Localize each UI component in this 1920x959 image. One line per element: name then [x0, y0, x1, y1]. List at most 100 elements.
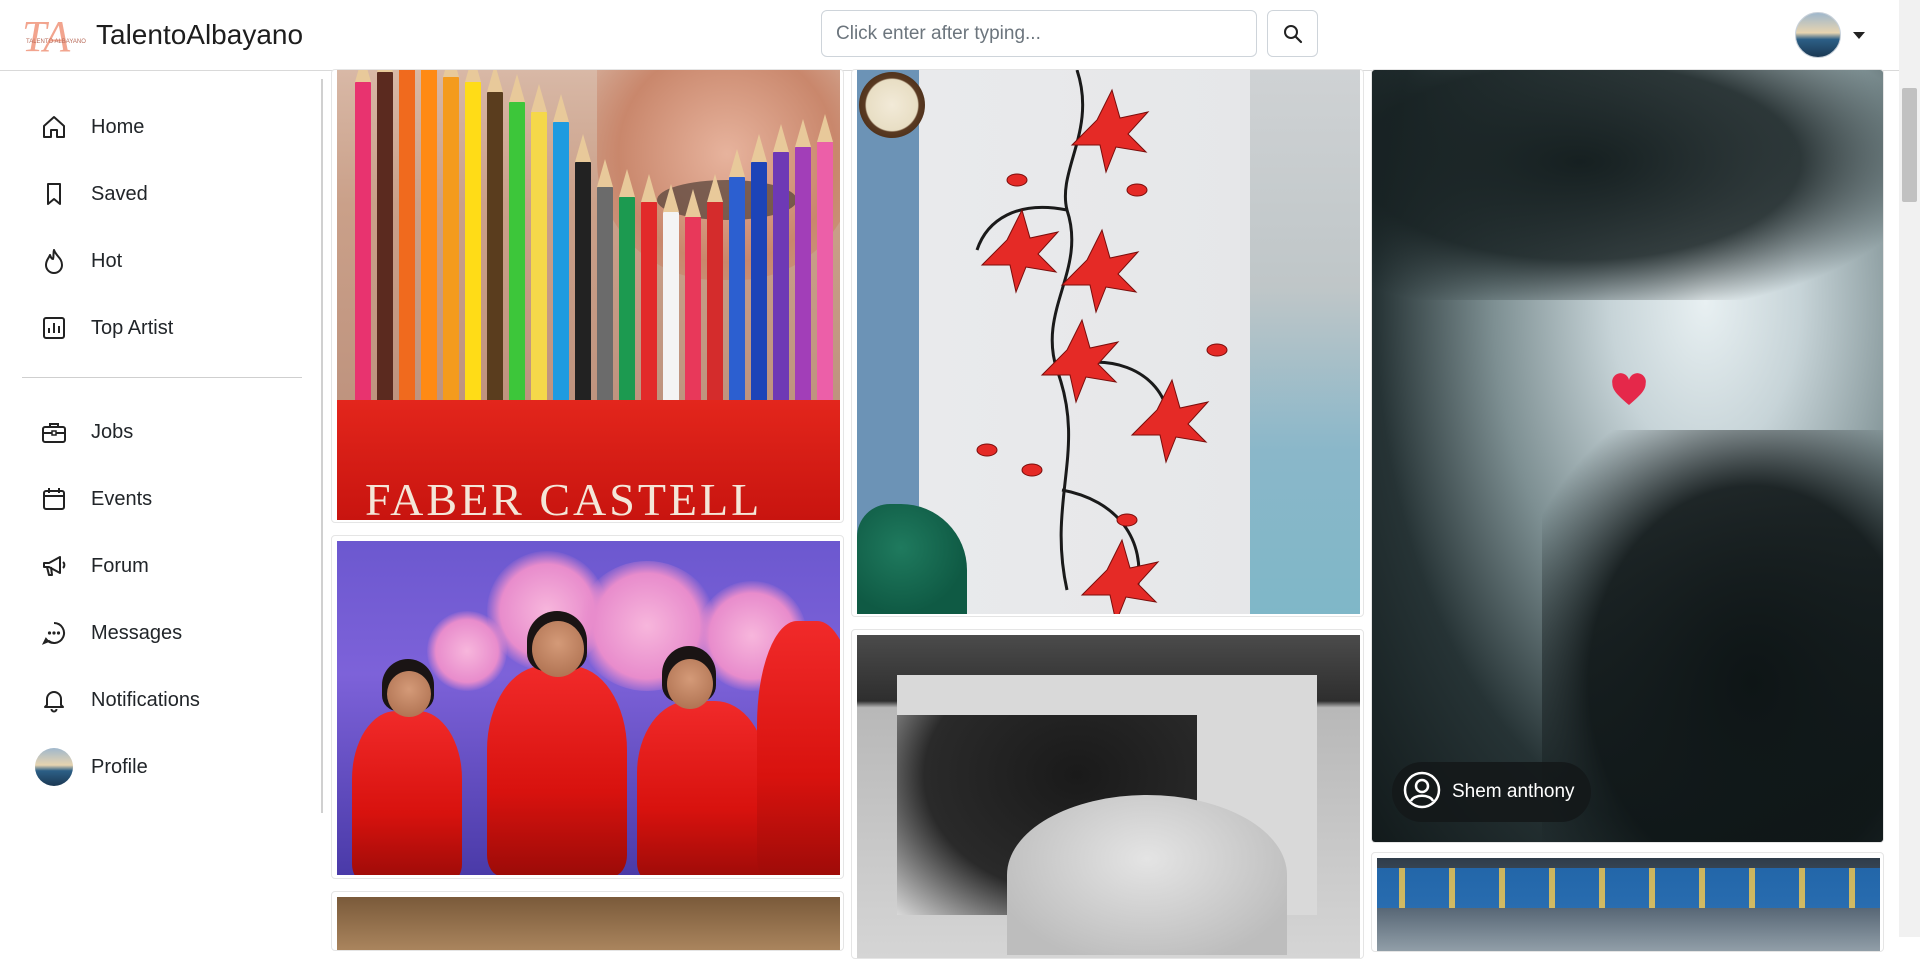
bell-icon	[34, 680, 74, 720]
caret-down-icon	[1853, 31, 1865, 39]
heart-icon[interactable]	[1609, 370, 1649, 410]
pencil	[487, 70, 503, 402]
flame-icon	[34, 241, 74, 281]
stadium-bleachers	[1377, 868, 1880, 908]
calendar-icon	[34, 479, 74, 519]
pencil	[443, 70, 459, 402]
megaphone-icon	[34, 546, 74, 586]
dancer-face	[387, 671, 431, 717]
profile-avatar	[34, 747, 74, 787]
sidebar-item-label: Jobs	[91, 420, 134, 443]
post-card-dancers[interactable]	[331, 535, 844, 879]
logo-letters: TA	[22, 13, 71, 57]
pencil	[399, 70, 415, 402]
sidebar-item-label: Top Artist	[91, 316, 174, 339]
user-menu-toggle[interactable]	[1795, 12, 1865, 58]
post-card-partial[interactable]	[331, 891, 844, 951]
pencil	[597, 159, 613, 402]
blossom	[427, 611, 507, 691]
sidebar-item-top-artist[interactable]: Top Artist	[34, 304, 173, 352]
pencil	[685, 189, 701, 402]
sidebar-item-notifications[interactable]: Notifications	[34, 676, 200, 724]
author-name: Shem anthony	[1452, 781, 1575, 802]
sidebar-item-saved[interactable]: Saved	[34, 170, 148, 218]
post-card-blurred-portrait[interactable]: Shem anthony	[1371, 69, 1884, 843]
pencil	[817, 114, 833, 402]
pencil	[575, 134, 591, 402]
sidebar: Home Saved Hot Top Artist Jobs Events Fo…	[0, 71, 323, 937]
pencil	[729, 149, 745, 402]
pencil	[773, 124, 789, 402]
dancer	[637, 701, 767, 875]
sidebar-item-home[interactable]: Home	[34, 103, 144, 151]
pencil	[421, 70, 437, 402]
search-icon	[1283, 24, 1302, 43]
post-card-charcoal-drawing[interactable]	[851, 629, 1364, 959]
pencil-box-text: FABER CASTELL	[365, 474, 763, 520]
post-image[interactable]: FABER CASTELL	[337, 70, 840, 520]
brand[interactable]: TA TALENTO ALBAYANO TalentoAlbayano	[20, 11, 304, 61]
home-icon	[34, 107, 74, 147]
pencil	[663, 184, 679, 402]
sidebar-item-forum[interactable]: Forum	[34, 542, 149, 590]
sidebar-item-label: Notifications	[91, 688, 200, 711]
pencil	[377, 70, 393, 402]
user-circle-icon	[1402, 770, 1442, 815]
pencil	[641, 174, 657, 402]
sidebar-item-label: Profile	[91, 755, 148, 778]
post-card-wall-painting[interactable]	[851, 69, 1364, 617]
sidebar-item-events[interactable]: Events	[34, 475, 152, 523]
bar-chart-icon	[34, 308, 74, 348]
post-image[interactable]	[857, 635, 1360, 958]
post-card-pencils[interactable]: FABER CASTELL	[331, 69, 844, 523]
sidebar-divider-vertical	[321, 79, 323, 813]
portrait-shadow	[1542, 430, 1883, 842]
pencil	[619, 169, 635, 402]
post-image[interactable]	[337, 897, 840, 950]
page-scrollbar-thumb[interactable]	[1902, 88, 1917, 202]
logo-caption: TALENTO ALBAYANO	[26, 39, 86, 45]
post-image[interactable]: Shem anthony	[1372, 70, 1883, 842]
author-chip[interactable]: Shem anthony	[1392, 762, 1591, 822]
chat-dots-icon	[34, 613, 74, 653]
pencil	[465, 70, 481, 402]
sidebar-item-label: Events	[91, 487, 153, 510]
pencil	[553, 94, 569, 402]
pencil	[795, 119, 811, 402]
portrait-shadow	[1372, 70, 1883, 300]
dancer	[757, 621, 840, 875]
sidebar-item-profile[interactable]: Profile	[34, 743, 148, 791]
bookmark-icon	[34, 174, 74, 214]
post-card-stadium[interactable]	[1371, 852, 1884, 952]
pencil	[509, 74, 525, 402]
top-navbar: TA TALENTO ALBAYANO TalentoAlbayano	[0, 0, 1899, 71]
pencil	[355, 70, 371, 402]
sidebar-item-label: Hot	[91, 249, 123, 272]
briefcase-icon	[34, 412, 74, 452]
sidebar-item-label: Forum	[91, 554, 149, 577]
post-image[interactable]	[857, 70, 1360, 614]
dancer	[352, 711, 462, 875]
user-avatar	[1795, 12, 1841, 58]
shelf	[1250, 70, 1360, 614]
pencil	[531, 84, 547, 402]
sidebar-item-jobs[interactable]: Jobs	[34, 408, 133, 456]
dancer-face	[667, 659, 713, 709]
brand-logo: TA TALENTO ALBAYANO	[20, 12, 94, 61]
logo-ta-icon: TA TALENTO ALBAYANO	[22, 12, 86, 61]
dancer	[487, 666, 627, 875]
post-image[interactable]	[1377, 858, 1880, 951]
dancer-face	[532, 621, 584, 677]
sidebar-item-label: Saved	[91, 182, 148, 205]
pencil-box: FABER CASTELL	[337, 400, 840, 520]
search-input[interactable]	[821, 10, 1257, 57]
sidebar-item-hot[interactable]: Hot	[34, 237, 122, 285]
sidebar-divider	[22, 377, 302, 378]
drawing-face	[1007, 795, 1287, 955]
search-button[interactable]	[1267, 10, 1318, 57]
pencil	[751, 134, 767, 402]
sidebar-item-label: Home	[91, 115, 145, 138]
post-image[interactable]	[337, 541, 840, 875]
sidebar-item-messages[interactable]: Messages	[34, 609, 182, 657]
brand-name: TalentoAlbayano	[96, 19, 304, 50]
